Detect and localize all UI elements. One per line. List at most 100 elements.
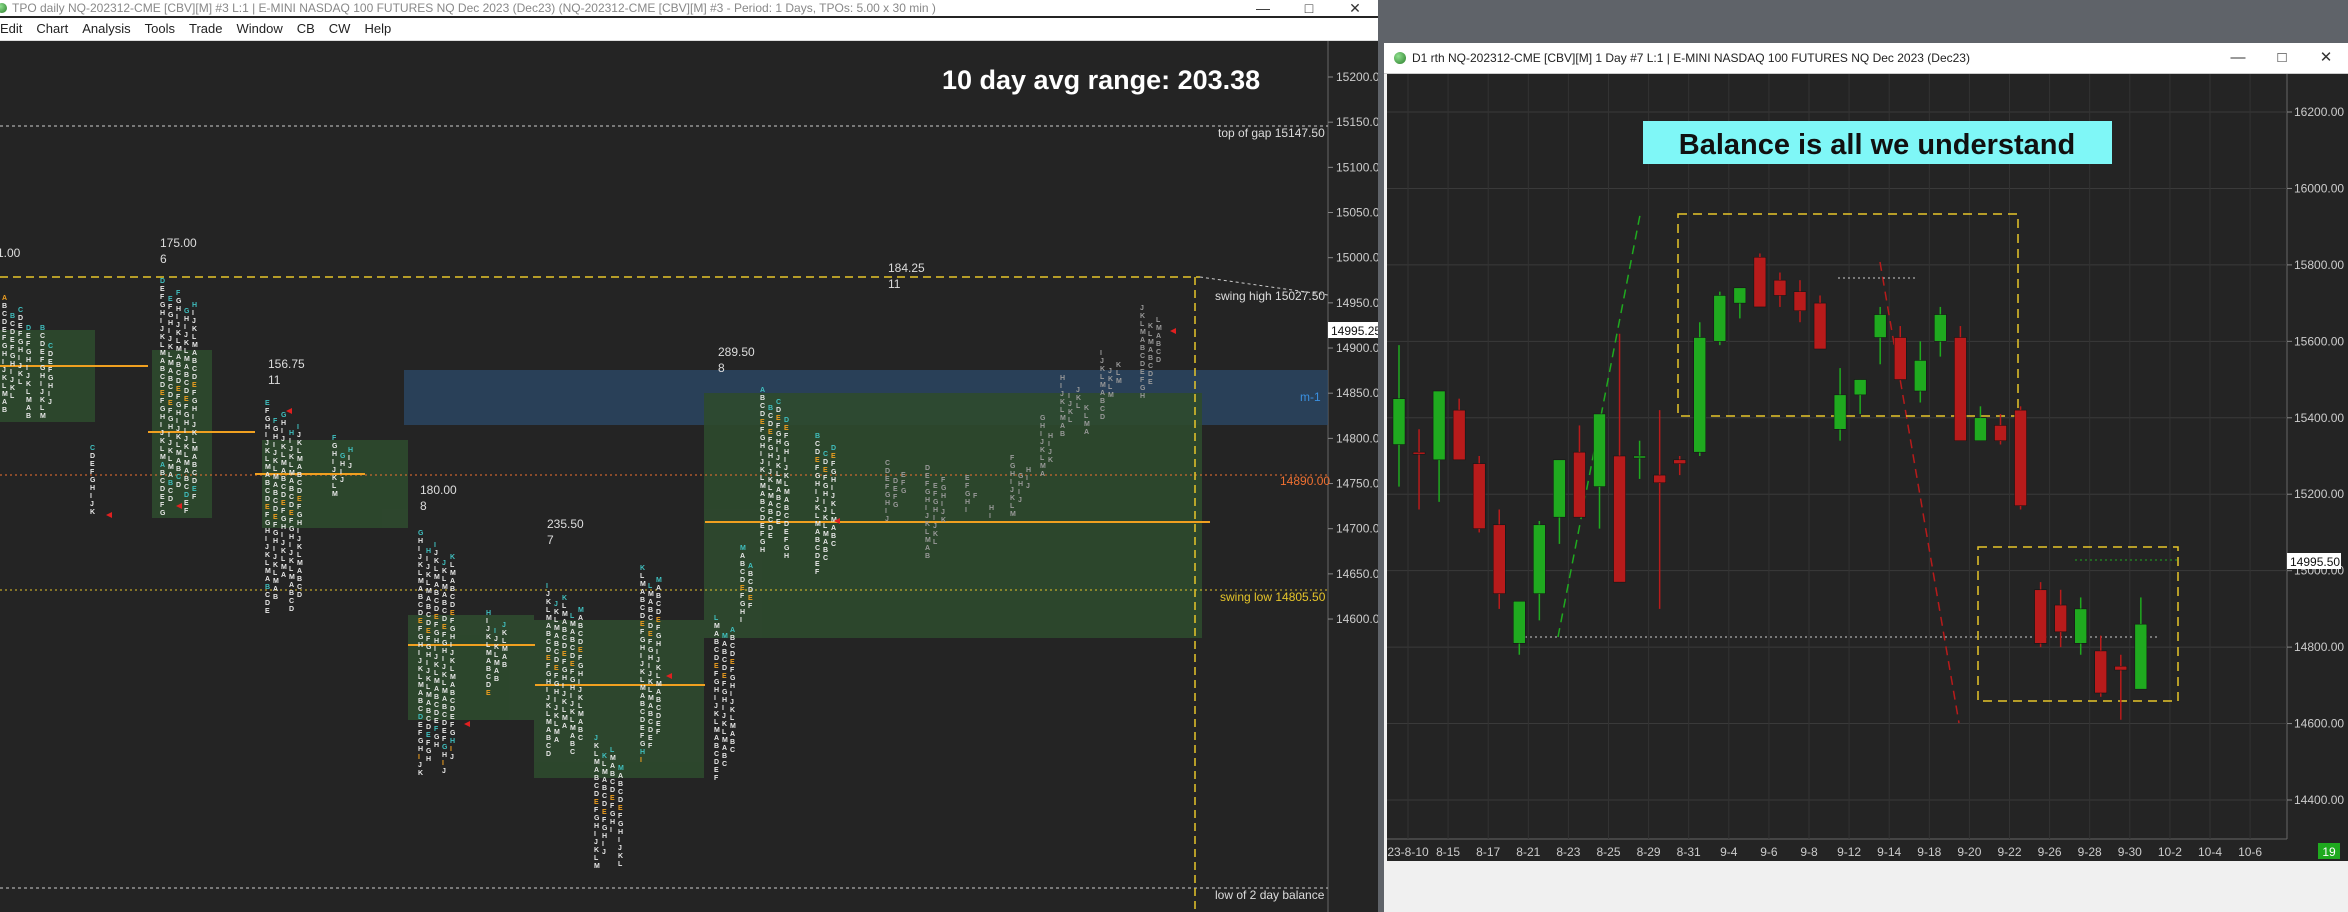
svg-text:B: B	[714, 639, 719, 646]
svg-text:K: K	[265, 448, 270, 455]
svg-text:B: B	[618, 781, 623, 788]
svg-text:K: K	[578, 695, 583, 702]
svg-text:H: H	[714, 687, 719, 694]
svg-text:G: G	[893, 502, 899, 509]
menu-cw[interactable]: CW	[329, 21, 351, 36]
menu-cb[interactable]: CB	[297, 21, 315, 36]
svg-text:I: I	[297, 528, 299, 535]
svg-text:E: E	[570, 661, 575, 668]
svg-text:H: H	[740, 609, 745, 616]
svg-text:A: A	[640, 589, 645, 596]
svg-text:H: H	[1048, 433, 1053, 440]
svg-text:A: A	[192, 454, 197, 461]
maximize-icon-right[interactable]: □	[2260, 43, 2304, 73]
svg-text:C: C	[714, 751, 719, 758]
svg-text:M: M	[602, 769, 608, 776]
svg-text:D: D	[760, 411, 765, 418]
svg-text:C: C	[740, 569, 745, 576]
svg-text:A: A	[610, 763, 615, 770]
svg-text:D: D	[1148, 371, 1153, 378]
menu-help[interactable]: Help	[364, 21, 391, 36]
svg-text:G: G	[1040, 415, 1046, 422]
svg-text:M: M	[1100, 382, 1106, 389]
menu-edit[interactable]: Edit	[0, 21, 22, 36]
svg-text:I: I	[289, 542, 291, 549]
close-icon[interactable]: ✕	[1332, 0, 1378, 16]
svg-text:B: B	[160, 366, 165, 373]
candle-body	[2034, 589, 2047, 644]
svg-text:L: L	[1084, 413, 1089, 420]
svg-text:K: K	[618, 853, 623, 860]
svg-text:J: J	[10, 377, 14, 384]
svg-text:B: B	[562, 627, 567, 634]
svg-text:H: H	[722, 697, 727, 704]
right-title-bar[interactable]: D1 rth NQ-202312-CME [CBV][M] 1 Day #7 L…	[1384, 43, 2348, 74]
svg-text:C: C	[648, 719, 653, 726]
svg-text:M: M	[273, 578, 279, 585]
date-tick-label: 8-29	[1637, 845, 1661, 859]
svg-text:L: L	[768, 485, 773, 492]
svg-text:I: I	[434, 542, 436, 549]
svg-text:I: I	[1060, 383, 1062, 390]
svg-text:G: G	[48, 375, 54, 382]
tpo-plot-area[interactable]: 15200.00 15150.00 15100.00 15050.00 15000.00…	[0, 41, 1378, 912]
svg-text:E: E	[160, 286, 165, 293]
svg-text:E: E	[714, 663, 719, 670]
svg-text:I: I	[1026, 475, 1028, 482]
svg-text:K: K	[442, 672, 447, 679]
menu-tools[interactable]: Tools	[145, 21, 175, 36]
svg-text:K: K	[273, 562, 278, 569]
svg-text:K: K	[418, 562, 423, 569]
svg-text:E: E	[184, 500, 189, 507]
svg-text:A: A	[273, 586, 278, 593]
svg-text:K: K	[168, 448, 173, 455]
svg-text:F: F	[656, 729, 661, 736]
svg-text:D: D	[168, 496, 173, 503]
svg-text:D: D	[486, 682, 491, 689]
minimize-icon-right[interactable]: —	[2216, 43, 2260, 73]
svg-text:B: B	[1148, 355, 1153, 362]
svg-text:L: L	[640, 573, 645, 580]
svg-text:F: F	[176, 394, 181, 401]
candle-plot-area[interactable]: 16200.00 16000.00 15800.00 15600.00 15400.00…	[1384, 74, 2348, 912]
svg-text:F: F	[610, 803, 615, 810]
menu-analysis[interactable]: Analysis	[82, 21, 130, 36]
svg-text:L: L	[184, 348, 189, 355]
svg-text:A: A	[1100, 390, 1105, 397]
svg-text:B: B	[426, 708, 431, 715]
svg-text:K: K	[776, 463, 781, 470]
svg-text:I: I	[265, 536, 267, 543]
svg-text:B: B	[714, 743, 719, 750]
svg-text:M: M	[1108, 392, 1114, 399]
svg-text:I: I	[90, 493, 92, 500]
svg-text:D: D	[168, 392, 173, 399]
candle-body	[1613, 455, 1626, 583]
svg-text:K: K	[1060, 399, 1065, 406]
left-title-bar[interactable]: TPO daily NQ-202312-CME [CBV][M] #3 L:1 …	[0, 0, 1378, 16]
svg-text:I: I	[648, 663, 650, 670]
svg-text:A: A	[297, 568, 302, 575]
menu-chart[interactable]: Chart	[36, 21, 68, 36]
svg-text:H: H	[784, 553, 789, 560]
svg-text:A: A	[760, 491, 765, 498]
minimize-icon[interactable]: —	[1240, 0, 1286, 16]
menu-window[interactable]: Window	[236, 21, 282, 36]
menu-trade[interactable]: Trade	[189, 21, 222, 36]
svg-text:I: I	[925, 505, 927, 512]
svg-text:D: D	[442, 720, 447, 727]
svg-text:A: A	[562, 723, 567, 730]
date-tick-label: 8-23	[1556, 845, 1580, 859]
svg-text:I: I	[18, 355, 20, 362]
maximize-icon[interactable]: □	[1286, 0, 1332, 16]
svg-text:E: E	[965, 475, 970, 482]
price-tick-label: 15000.00	[1336, 251, 1378, 265]
svg-text:I: I	[332, 459, 334, 466]
svg-text:M: M	[925, 537, 931, 544]
svg-text:H: H	[160, 310, 165, 317]
svg-text:B: B	[784, 505, 789, 512]
svg-text:A: A	[748, 563, 753, 570]
svg-text:H: H	[989, 505, 994, 512]
svg-text:L: L	[594, 855, 599, 862]
svg-text:G: G	[450, 730, 456, 737]
close-icon-right[interactable]: ✕	[2304, 43, 2348, 73]
